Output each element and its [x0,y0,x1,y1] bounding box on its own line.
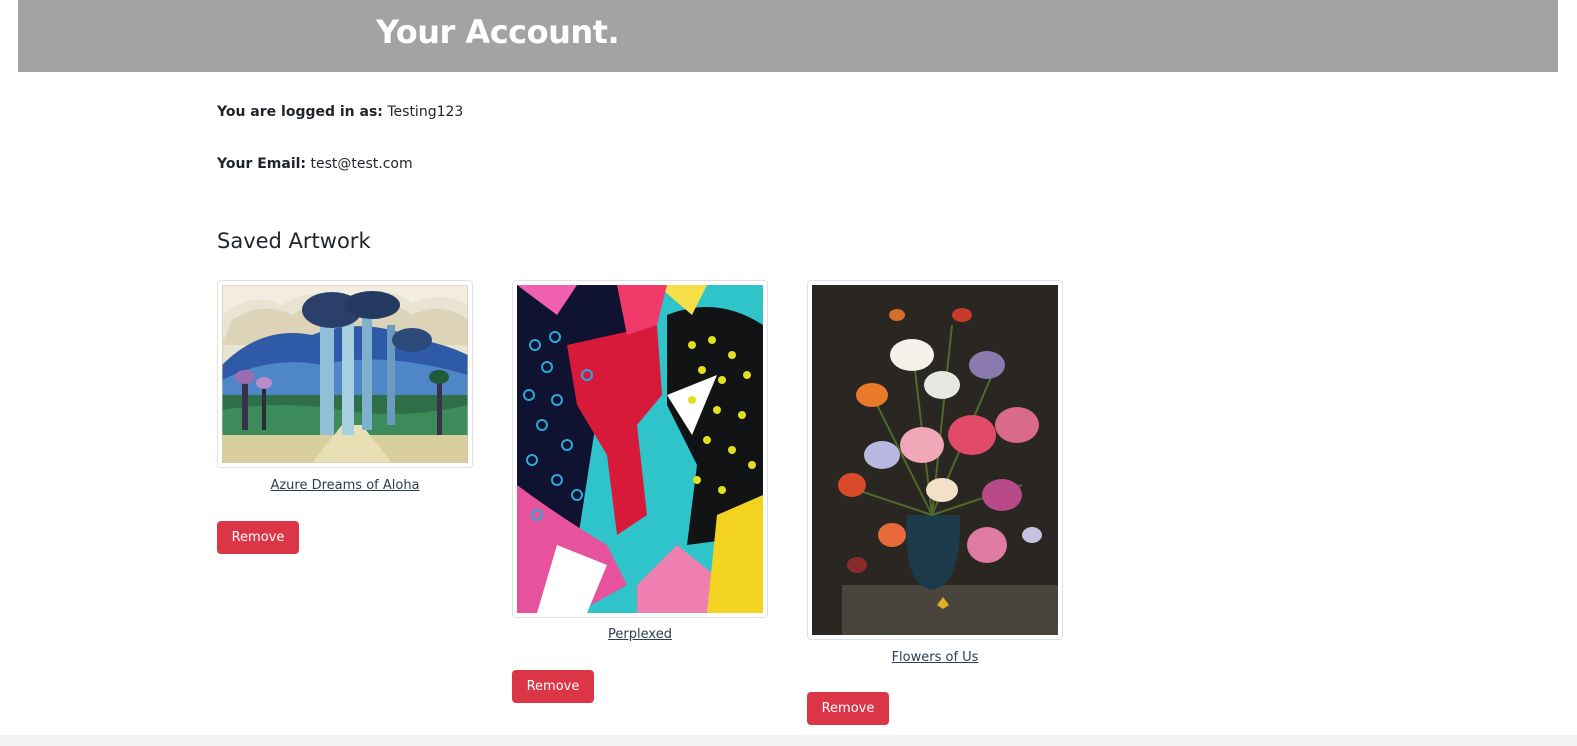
landscape-painting-image [222,285,468,463]
logged-in-info: You are logged in as: Testing123 [217,102,463,122]
remove-button[interactable]: Remove [217,521,299,554]
page-header: Your Account. [18,0,1558,72]
email-label: Your Email: [217,156,307,172]
remove-button[interactable]: Remove [807,692,889,725]
artwork-thumbnail[interactable] [217,280,473,468]
saved-artwork-heading: Saved Artwork [217,229,371,253]
artwork-title-link[interactable]: Azure Dreams of Aloha [217,477,473,495]
artwork-title-link[interactable]: Flowers of Us [807,649,1063,667]
account-page: Your Account. You are logged in as: Test… [0,0,1577,746]
artwork-title-link[interactable]: Perplexed [512,626,768,644]
email-value: test@test.com [310,156,413,172]
email-info: Your Email: test@test.com [217,154,413,174]
abstract-painting-image [517,285,763,613]
remove-button[interactable]: Remove [512,670,594,703]
page-footer [0,735,1577,746]
page-title: Your Account. [376,13,620,51]
flower-still-life-image [812,285,1058,635]
artwork-thumbnail[interactable] [807,280,1063,640]
artwork-thumbnail[interactable] [512,280,768,618]
logged-in-label: You are logged in as: [217,104,383,120]
username-value: Testing123 [387,104,464,120]
